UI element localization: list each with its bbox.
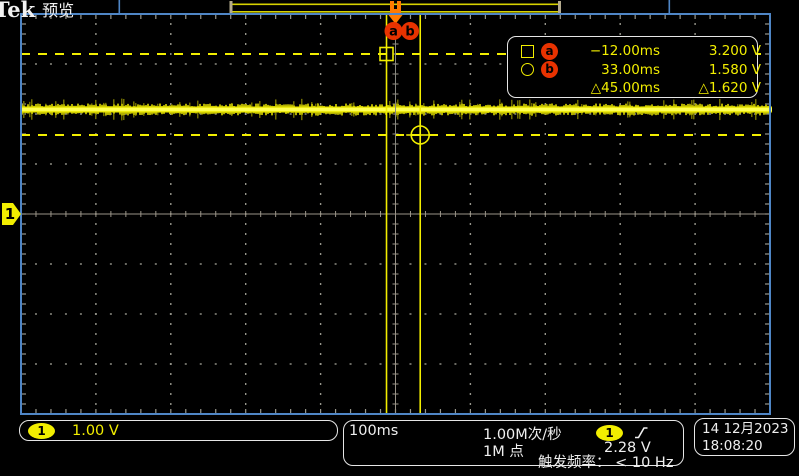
date-label: 14 12月2023 bbox=[702, 421, 789, 437]
tek-logo: Tek bbox=[0, 0, 36, 22]
brand-and-mode: Tek 预览 bbox=[0, 0, 74, 22]
cursor-delta-time: △45.00ms bbox=[590, 80, 660, 97]
channel1-badge[interactable]: 1 bbox=[28, 422, 55, 439]
datetime-box[interactable]: 14 12月2023 18:08:20 bbox=[694, 418, 795, 456]
window-right-bracket bbox=[558, 1, 561, 13]
preview-mode-label: 预览 bbox=[42, 1, 75, 20]
cursor-ab-badges[interactable]: a b bbox=[384, 22, 420, 40]
time-label: 18:08:20 bbox=[702, 437, 763, 454]
cursor-readout-box: a −12.00ms 3.200 V b 33.00ms 1.580 V △45… bbox=[507, 36, 761, 98]
channel1-ground-marker[interactable]: 1 bbox=[2, 203, 21, 225]
oscilloscope-screen: a b 1 Tek 预览 a −12.00ms 3.200 V b 33.00ms… bbox=[0, 0, 799, 476]
cursor-b-volt: 1.580 V bbox=[708, 61, 761, 78]
cursor-delta-volt: △1.620 V bbox=[698, 80, 761, 97]
trigger-rising-slope-icon bbox=[635, 427, 648, 439]
record-length-label: 1M 点 bbox=[483, 444, 524, 460]
cursor-b-circle-icon bbox=[521, 63, 534, 77]
window-left-bracket bbox=[229, 1, 233, 13]
cursor-a-badge: a bbox=[541, 42, 558, 60]
cursor-b-time: 33.00ms bbox=[601, 61, 660, 78]
cursor-b-badge-label: b bbox=[405, 25, 414, 40]
cursor-b-badge: b bbox=[541, 61, 558, 79]
channel1-scale-label: 1.00 V bbox=[72, 422, 119, 439]
cursor-a-badge-label: a bbox=[389, 25, 398, 40]
channel1-marker-label: 1 bbox=[5, 205, 15, 223]
horizontal-acquisition-trigger-box[interactable]: 100ms 1.00M次/秒 1M 点 1 2.28 V 触发频率： < 10 … bbox=[343, 420, 684, 471]
cursor-a-square-icon bbox=[521, 44, 534, 58]
channel1-scale-box[interactable]: 1 1.00 V bbox=[19, 420, 338, 441]
cursor-a-time: −12.00ms bbox=[589, 43, 660, 60]
trigger-source-badge[interactable]: 1 bbox=[596, 425, 623, 441]
timebase-label: 100ms bbox=[349, 423, 399, 439]
trigger-frequency-label: 触发频率： < 10 Hz bbox=[538, 455, 674, 471]
ch1-waveform-trace bbox=[21, 98, 772, 121]
cursor-a-volt: 3.200 V bbox=[708, 43, 761, 60]
